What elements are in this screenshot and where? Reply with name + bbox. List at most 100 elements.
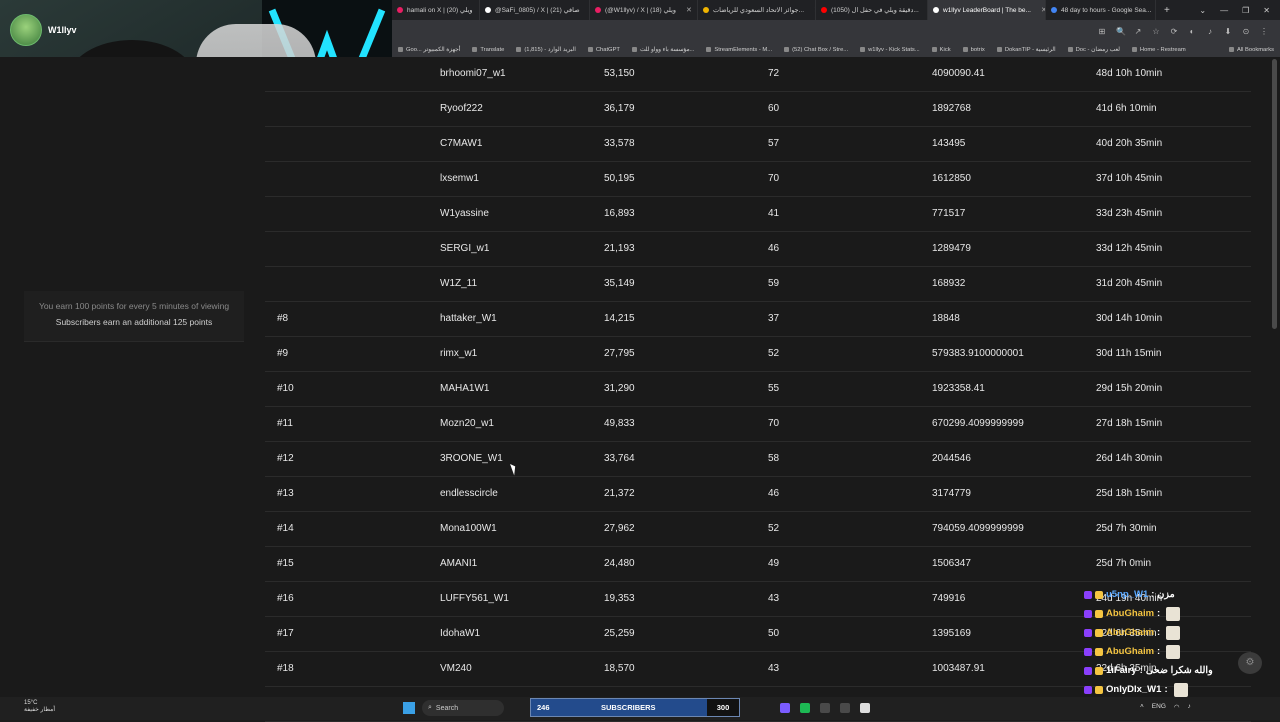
toolbar-icon[interactable]: ⋮ [1260, 27, 1268, 36]
language-indicator[interactable]: ENG [1152, 703, 1166, 711]
browser-tab[interactable]: w1llyv LeaderBoard | The be... ✕ [928, 0, 1046, 20]
bookmark-item[interactable]: Kick [926, 47, 957, 53]
bookmark-item[interactable]: مؤسسة باء وواو للت... [626, 47, 700, 53]
messages-cell: 72 [768, 68, 780, 79]
messages-cell: 43 [768, 593, 780, 604]
chat-colon: : [1157, 627, 1161, 638]
chat-username: 1iFairy [1106, 665, 1137, 676]
table-row: #15 AMANI1 24,480 49 1506347 25d 7h 0min [265, 547, 1251, 582]
weather-widget[interactable]: 15°C أمطار خفيفة [24, 700, 55, 714]
emote-icon [1166, 644, 1181, 659]
bookmark-label: Kick [939, 46, 951, 53]
toolbar-icon[interactable]: ⟳ [1170, 27, 1178, 36]
sub-badge-icon [1084, 628, 1092, 637]
messages-cell: 55 [768, 383, 780, 394]
value-cell: 794059.4099999999 [932, 523, 1024, 534]
table-row: #14 Mona100W1 27,962 52 794059.4099999999 25d… [265, 512, 1251, 547]
table-row: C7MAW1 33,578 57 143495 40d 20h 35min [265, 127, 1251, 162]
window-control-button[interactable]: ❐ [1242, 6, 1249, 15]
tray-chevron-icon[interactable]: ˄ [1140, 703, 1144, 711]
wifi-icon[interactable]: ◠ [1174, 703, 1180, 711]
watchtime-cell: 26d 14h 30min [1096, 453, 1163, 464]
crown-badge-icon [1095, 609, 1103, 618]
browser-tab[interactable]: 48 day to hours - Google Sea...✕ [1046, 0, 1156, 20]
tab-close-icon[interactable]: ✕ [1035, 6, 1045, 14]
page-scrollbar[interactable] [1272, 59, 1277, 329]
browser-tab[interactable]: (@W1llyv) / X | ويلي (18) ✕ [590, 0, 698, 20]
tab-label: جوائز الاتحاد السعودي للرياضات... [713, 7, 804, 14]
value-cell: 1506347 [932, 558, 971, 569]
tab-favicon-icon [485, 7, 491, 13]
window-control-button[interactable]: — [1220, 6, 1228, 15]
bookmark-item[interactable]: Goo... أجهزة الكمبيوتر [392, 47, 466, 53]
browser-tab[interactable]: hamali on X | ويلي (20)✕ [392, 0, 480, 20]
bookmark-item[interactable]: (52) Chat Box / Stre... [778, 47, 854, 53]
streamer-tag: W1llyv [10, 14, 77, 46]
bookmark-label: w1llyv - Kick Stats... [868, 46, 920, 53]
sub-badge-icon [1084, 590, 1092, 599]
subscriber-goal-bar: 246 SUBSCRIBERS 300 [530, 698, 740, 717]
tab-close-icon[interactable]: ✕ [808, 6, 815, 14]
window-control-button[interactable]: ✕ [1263, 6, 1270, 15]
stream-chat-overlay: u5np_W1: مزن AbuGhaim: AbuGhaim: AbuGhaim:1i… [1084, 585, 1274, 699]
username-cell: rimx_w1 [440, 348, 478, 359]
app-icon[interactable] [840, 703, 850, 713]
bookmark-item[interactable]: DokanTIP - الرئيسية [991, 47, 1062, 53]
bookmark-label: Goo... أجهزة الكمبيوتر [406, 46, 461, 53]
browser-tab[interactable]: جوائز الاتحاد السعودي للرياضات... ✕ [698, 0, 816, 20]
weather-desc: أمطار خفيفة [24, 707, 56, 713]
toolbar-icon[interactable]: ☆ [1152, 27, 1160, 36]
toolbar-icon[interactable]: ⬇ [1224, 27, 1232, 36]
window-control-button[interactable]: ⌄ [1199, 6, 1206, 15]
bookmark-item[interactable]: Doc - لعب رمضان [1062, 47, 1126, 53]
bookmark-item[interactable]: StreamElements - M... [700, 47, 778, 53]
points-cell: 24,480 [604, 558, 635, 569]
points-cell: 36,179 [604, 103, 635, 114]
points-cell: 33,764 [604, 453, 635, 464]
bookmark-item[interactable]: Home - Restream [1126, 47, 1192, 53]
spotify-icon[interactable] [800, 703, 810, 713]
bookmark-favicon-icon [996, 47, 1002, 52]
value-cell: 749916 [932, 593, 966, 604]
chat-toggle-button[interactable]: ⚙ [1238, 652, 1262, 674]
tab-close-icon[interactable]: ✕ [680, 6, 692, 14]
bookmark-favicon-icon [706, 47, 712, 52]
app-icon[interactable] [820, 703, 830, 713]
toolbar-icon[interactable]: 🔍 [1116, 27, 1126, 36]
watchtime-cell: 33d 23h 45min [1096, 208, 1163, 219]
discord-icon[interactable] [780, 703, 790, 713]
windows-start-icon[interactable] [403, 702, 415, 714]
table-row: #12 3ROONE_W1 33,764 58 2044546 26d 14h 30min [265, 442, 1251, 477]
toolbar-icon[interactable]: ⊙ [1242, 27, 1250, 36]
emote-icon [1173, 682, 1188, 697]
rank-cell: #12 [277, 453, 294, 464]
media-icon[interactable] [860, 703, 870, 713]
bookmark-label: StreamElements - M... [714, 46, 773, 53]
volume-icon[interactable]: ♪ [1188, 703, 1191, 711]
bookmark-item[interactable]: botrix [957, 47, 991, 53]
new-tab-button[interactable]: + [1156, 5, 1178, 16]
points-cell: 19,353 [604, 593, 635, 604]
table-row: #10 MAHA1W1 31,290 55 1923358.41 29d 15h 20mi… [265, 372, 1251, 407]
toolbar-icon[interactable]: ↗ [1134, 27, 1142, 36]
messages-cell: 52 [768, 348, 780, 359]
bookmark-item[interactable]: ChatGPT [582, 47, 626, 53]
bookmark-item[interactable]: Translate [466, 47, 510, 53]
subs-goal: 300 [707, 699, 739, 716]
browser-tab[interactable]: (1050) دقيقة ويلي في حفل ال...✕ [816, 0, 928, 20]
watchtime-cell: 48d 10h 10min [1096, 68, 1163, 79]
bookmark-item[interactable]: w1llyv - Kick Stats... [854, 47, 926, 53]
bookmark-item[interactable]: البريد الوارد - (1,815) [510, 47, 582, 53]
rank-cell: #14 [277, 523, 294, 534]
toolbar-icon[interactable]: ⊞ [1098, 27, 1106, 36]
table-row: #11 Mozn20_w1 49,833 70 670299.4099999999 27d… [265, 407, 1251, 442]
bookmark-favicon-icon [931, 47, 937, 52]
points-cell: 18,570 [604, 663, 635, 674]
browser-tab[interactable]: @SaFi_0805) / X | صافي (21)✕ [480, 0, 590, 20]
rank-cell: #16 [277, 593, 294, 604]
toolbar-icon[interactable]: ◐ [1188, 27, 1196, 36]
points-cell: 31,290 [604, 383, 635, 394]
all-bookmarks-button[interactable]: All Bookmarks [1223, 47, 1280, 53]
taskbar-search-box[interactable]: ⌕ Search [422, 700, 504, 716]
toolbar-icon[interactable]: ♪ [1206, 27, 1214, 36]
